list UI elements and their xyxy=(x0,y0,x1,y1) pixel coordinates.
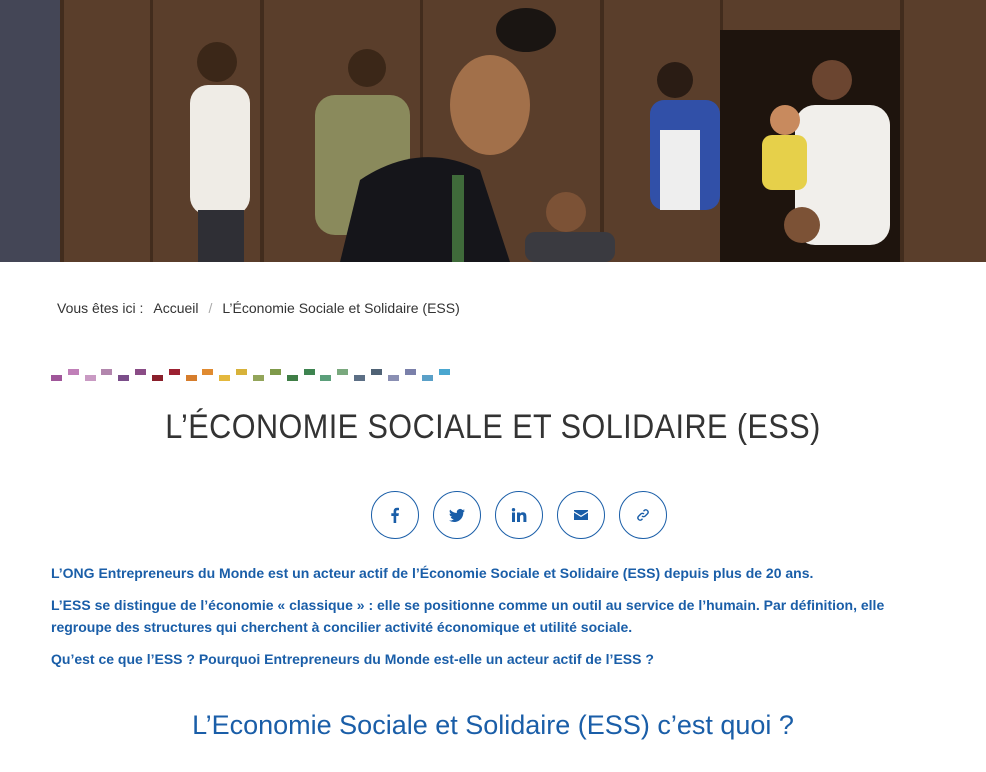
share-link-button[interactable] xyxy=(619,491,667,539)
facebook-icon xyxy=(391,507,399,523)
hero-photo xyxy=(0,0,986,262)
twitter-icon xyxy=(449,508,465,522)
hero-image xyxy=(0,0,986,262)
breadcrumb-prefix: Vous êtes ici : xyxy=(57,300,144,316)
decorative-color-squares xyxy=(51,369,450,381)
breadcrumb-home-link[interactable]: Accueil xyxy=(153,300,198,316)
share-twitter-button[interactable] xyxy=(433,491,481,539)
intro-paragraph-2: L’ESS se distingue de l’économie « class… xyxy=(51,597,885,635)
intro-question-link[interactable]: Qu’est ce que l’ESS ? Pourquoi Entrepren… xyxy=(51,651,654,667)
intro-text: L’ONG Entrepreneurs du Monde est un acte… xyxy=(51,562,941,680)
breadcrumb: Vous êtes ici : Accueil / L’Économie Soc… xyxy=(57,300,460,316)
share-facebook-button[interactable] xyxy=(371,491,419,539)
breadcrumb-current: L’Économie Sociale et Solidaire (ESS) xyxy=(222,300,460,316)
share-buttons xyxy=(371,491,667,539)
breadcrumb-separator: / xyxy=(208,300,213,316)
link-icon xyxy=(637,509,649,521)
share-email-button[interactable] xyxy=(557,491,605,539)
linkedin-icon xyxy=(511,508,527,522)
email-icon xyxy=(574,510,588,520)
page-title: L’ÉCONOMIE SOCIALE ET SOLIDAIRE (ESS) xyxy=(165,408,821,446)
share-linkedin-button[interactable] xyxy=(495,491,543,539)
intro-paragraph-1: L’ONG Entrepreneurs du Monde est un acte… xyxy=(51,565,814,581)
section-subtitle: L’Economie Sociale et Solidaire (ESS) c’… xyxy=(192,710,794,740)
